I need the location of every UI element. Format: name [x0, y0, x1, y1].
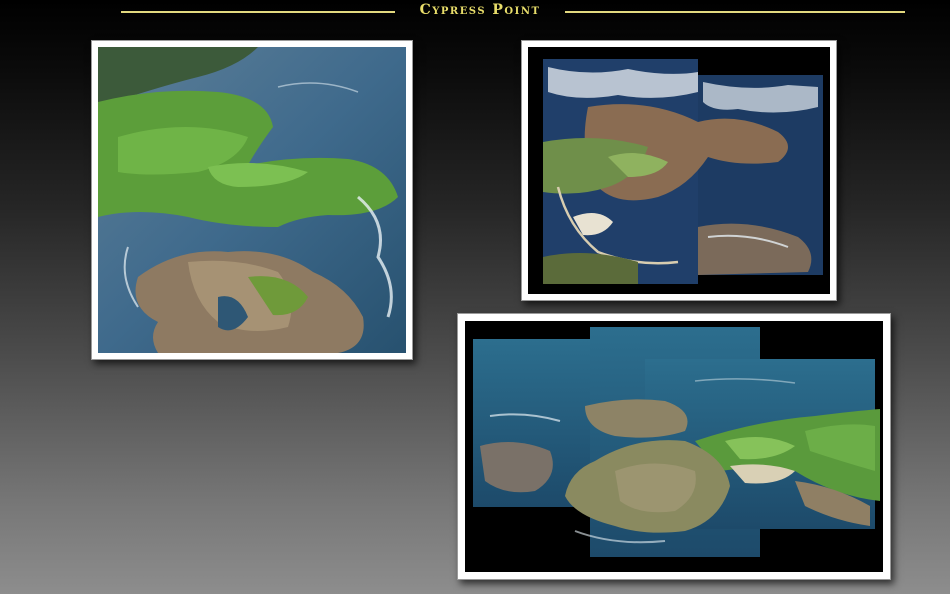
header-rule-left	[121, 11, 395, 13]
photo-frame-1[interactable]	[91, 40, 413, 360]
header: Cypress Point	[0, 0, 950, 24]
aerial-photo-2[interactable]	[528, 47, 830, 294]
header-rule-right	[565, 11, 905, 13]
aerial-photo-1[interactable]	[98, 47, 406, 353]
page-title: Cypress Point	[419, 2, 541, 18]
aerial-photo-collage-ocean-hole-icon	[465, 321, 883, 572]
aerial-photo-collage-golf-course-icon	[528, 47, 830, 294]
aerial-photo-coastal-golf-course-icon	[98, 47, 406, 353]
aerial-photo-3[interactable]	[465, 321, 883, 572]
photo-frame-2[interactable]	[521, 40, 837, 301]
photo-frame-3[interactable]	[457, 313, 891, 580]
